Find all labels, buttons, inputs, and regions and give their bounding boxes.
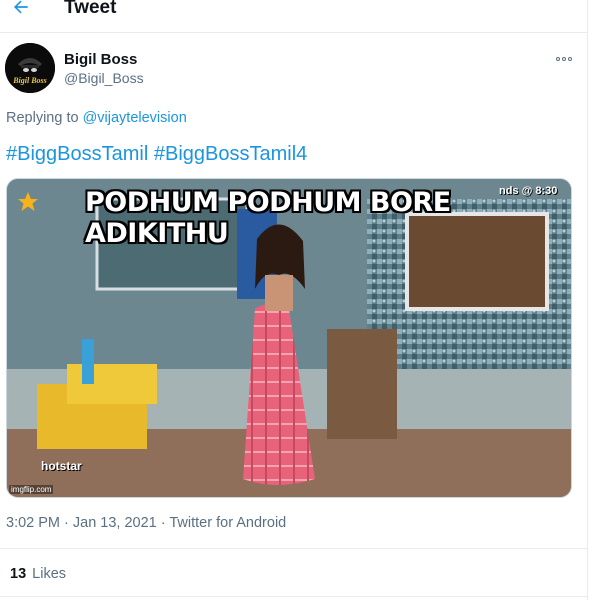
hotstar-watermark: hotstar xyxy=(41,459,82,473)
avatar[interactable]: Bigil Boss xyxy=(5,43,55,93)
page-title: Tweet xyxy=(64,0,117,18)
tweet-text: #BiggBossTamil #BiggBossTamil4 xyxy=(6,143,307,166)
meta-separator: · xyxy=(60,515,73,531)
imgflip-mark: imgflip.com xyxy=(9,485,54,494)
avatar-logo-icon: Bigil Boss xyxy=(5,43,55,93)
author-name[interactable]: Bigil Boss xyxy=(64,51,137,68)
more-icon xyxy=(568,57,572,61)
column-border xyxy=(587,0,588,600)
header-divider xyxy=(0,32,587,33)
back-arrow-icon xyxy=(14,0,28,14)
tweet-header: Tweet xyxy=(0,0,587,22)
tweet-meta: 3:02 PM · Jan 13, 2021 · Twitter for And… xyxy=(6,515,286,531)
likes-divider xyxy=(0,596,587,597)
more-button[interactable] xyxy=(552,52,576,66)
tweet-source[interactable]: Twitter for Android xyxy=(169,515,286,531)
likes-count: 13 xyxy=(10,566,27,582)
tweet-media-image[interactable]: PODHUM PODHUM BORE ADIKITHU nds @ 8:30 h… xyxy=(6,178,572,498)
tweet-date[interactable]: Jan 13, 2021 xyxy=(73,515,157,531)
channel-logo-icon xyxy=(17,191,39,213)
tweet-time[interactable]: 3:02 PM xyxy=(6,515,60,531)
replying-to: Replying to @vijaytelevision xyxy=(6,110,187,126)
meta-separator: · xyxy=(156,515,170,531)
more-icon xyxy=(562,57,566,61)
hashtag-link[interactable]: #BiggBossTamil4 xyxy=(154,143,307,165)
meta-divider xyxy=(0,548,587,549)
more-icon xyxy=(556,57,560,61)
likes-count-link[interactable]: 13 Likes xyxy=(10,566,66,582)
hashtag-link[interactable]: #BiggBossTamil xyxy=(6,143,148,165)
author-handle[interactable]: @Bigil_Boss xyxy=(64,70,144,86)
svg-text:Bigil Boss: Bigil Boss xyxy=(12,76,47,85)
likes-label: Likes xyxy=(32,566,67,582)
reply-mention-link[interactable]: @vijaytelevision xyxy=(83,110,187,126)
back-button[interactable] xyxy=(8,0,34,20)
replying-prefix: Replying to xyxy=(6,110,83,126)
timestamp-overlay: nds @ 8:30 xyxy=(499,185,558,197)
